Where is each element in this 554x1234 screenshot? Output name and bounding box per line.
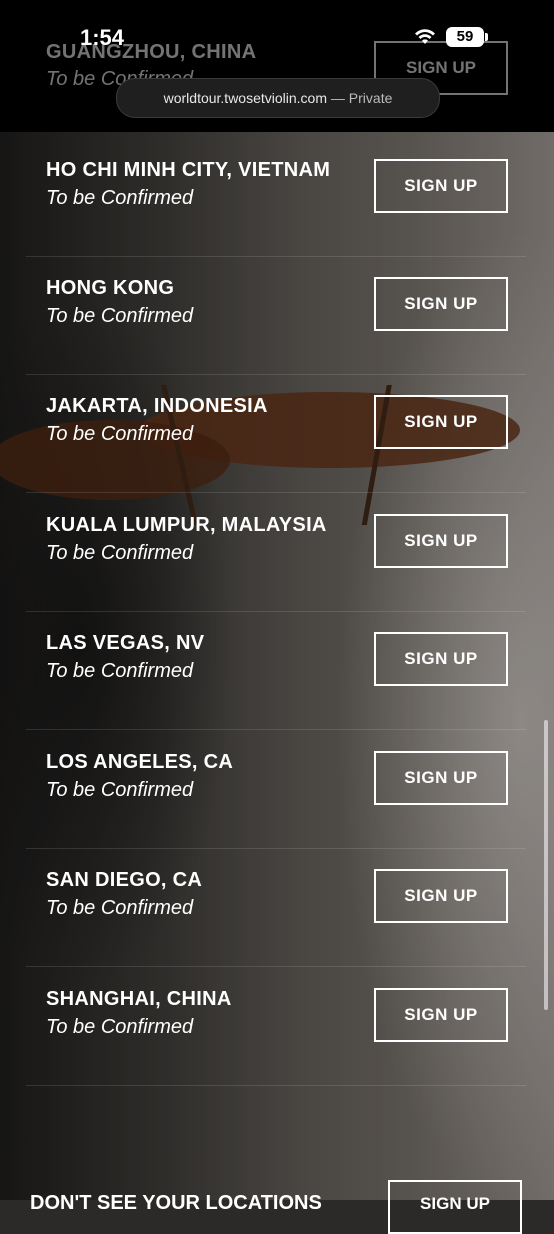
signup-button[interactable]: SIGN UP (374, 869, 508, 923)
url-separator: — (330, 90, 345, 106)
url-text: worldtour.twosetviolin.com (163, 90, 328, 106)
signup-button[interactable]: SIGN UP (374, 277, 508, 331)
list-item: SHANGHAI, CHINA To be Confirmed SIGN UP (26, 968, 526, 1086)
signup-button[interactable]: SIGN UP (374, 632, 508, 686)
signup-button[interactable]: SIGN UP (374, 514, 508, 568)
location-city: SHANGHAI, CHINA (46, 988, 232, 1010)
list-item: LAS VEGAS, NV To be Confirmed SIGN UP (26, 612, 526, 730)
signup-button[interactable]: SIGN UP (374, 395, 508, 449)
list-item: HONG KONG To be Confirmed SIGN UP (26, 257, 526, 375)
signup-button[interactable]: SIGN UP (374, 988, 508, 1042)
location-city: JAKARTA, INDONESIA (46, 395, 268, 417)
missing-location-prompt: DON'T SEE YOUR LOCATIONS (30, 1192, 322, 1214)
address-bar[interactable]: worldtour.twosetviolin.com — Private (116, 78, 440, 118)
location-city: GUANGZHOU, CHINA (46, 41, 257, 63)
location-city: LOS ANGELES, CA (46, 751, 234, 773)
location-status: To be Confirmed (46, 1016, 194, 1038)
location-status: To be Confirmed (46, 305, 194, 327)
list-item-partial: GUANGZHOU, CHINA To be Confirmed SIGN UP… (0, 0, 554, 132)
location-status: To be Confirmed (46, 779, 194, 801)
location-city: HONG KONG (46, 277, 175, 299)
location-city: LAS VEGAS, NV (46, 632, 205, 654)
location-city: HO CHI MINH CITY, VIETNAM (46, 159, 331, 181)
list-item: SAN DIEGO, CA To be Confirmed SIGN UP (26, 849, 526, 967)
signup-button[interactable]: SIGN UP (374, 159, 508, 213)
location-status: To be Confirmed (46, 423, 194, 445)
signup-button[interactable]: SIGN UP (374, 751, 508, 805)
list-item: HO CHI MINH CITY, VIETNAM To be Confirme… (26, 139, 526, 257)
private-label: Private (348, 90, 393, 106)
location-status: To be Confirmed (46, 542, 194, 564)
location-city: KUALA LUMPUR, MALAYSIA (46, 514, 327, 536)
request-location-signup-button[interactable]: SIGN UP (388, 1180, 522, 1234)
location-status: To be Confirmed (46, 660, 194, 682)
location-status: To be Confirmed (46, 187, 194, 209)
location-city: SAN DIEGO, CA (46, 869, 203, 891)
scrollbar[interactable] (544, 720, 548, 1010)
list-item: KUALA LUMPUR, MALAYSIA To be Confirmed S… (26, 494, 526, 612)
list-item: LOS ANGELES, CA To be Confirmed SIGN UP (26, 731, 526, 849)
list-item: JAKARTA, INDONESIA To be Confirmed SIGN … (26, 375, 526, 493)
location-status: To be Confirmed (46, 897, 194, 919)
